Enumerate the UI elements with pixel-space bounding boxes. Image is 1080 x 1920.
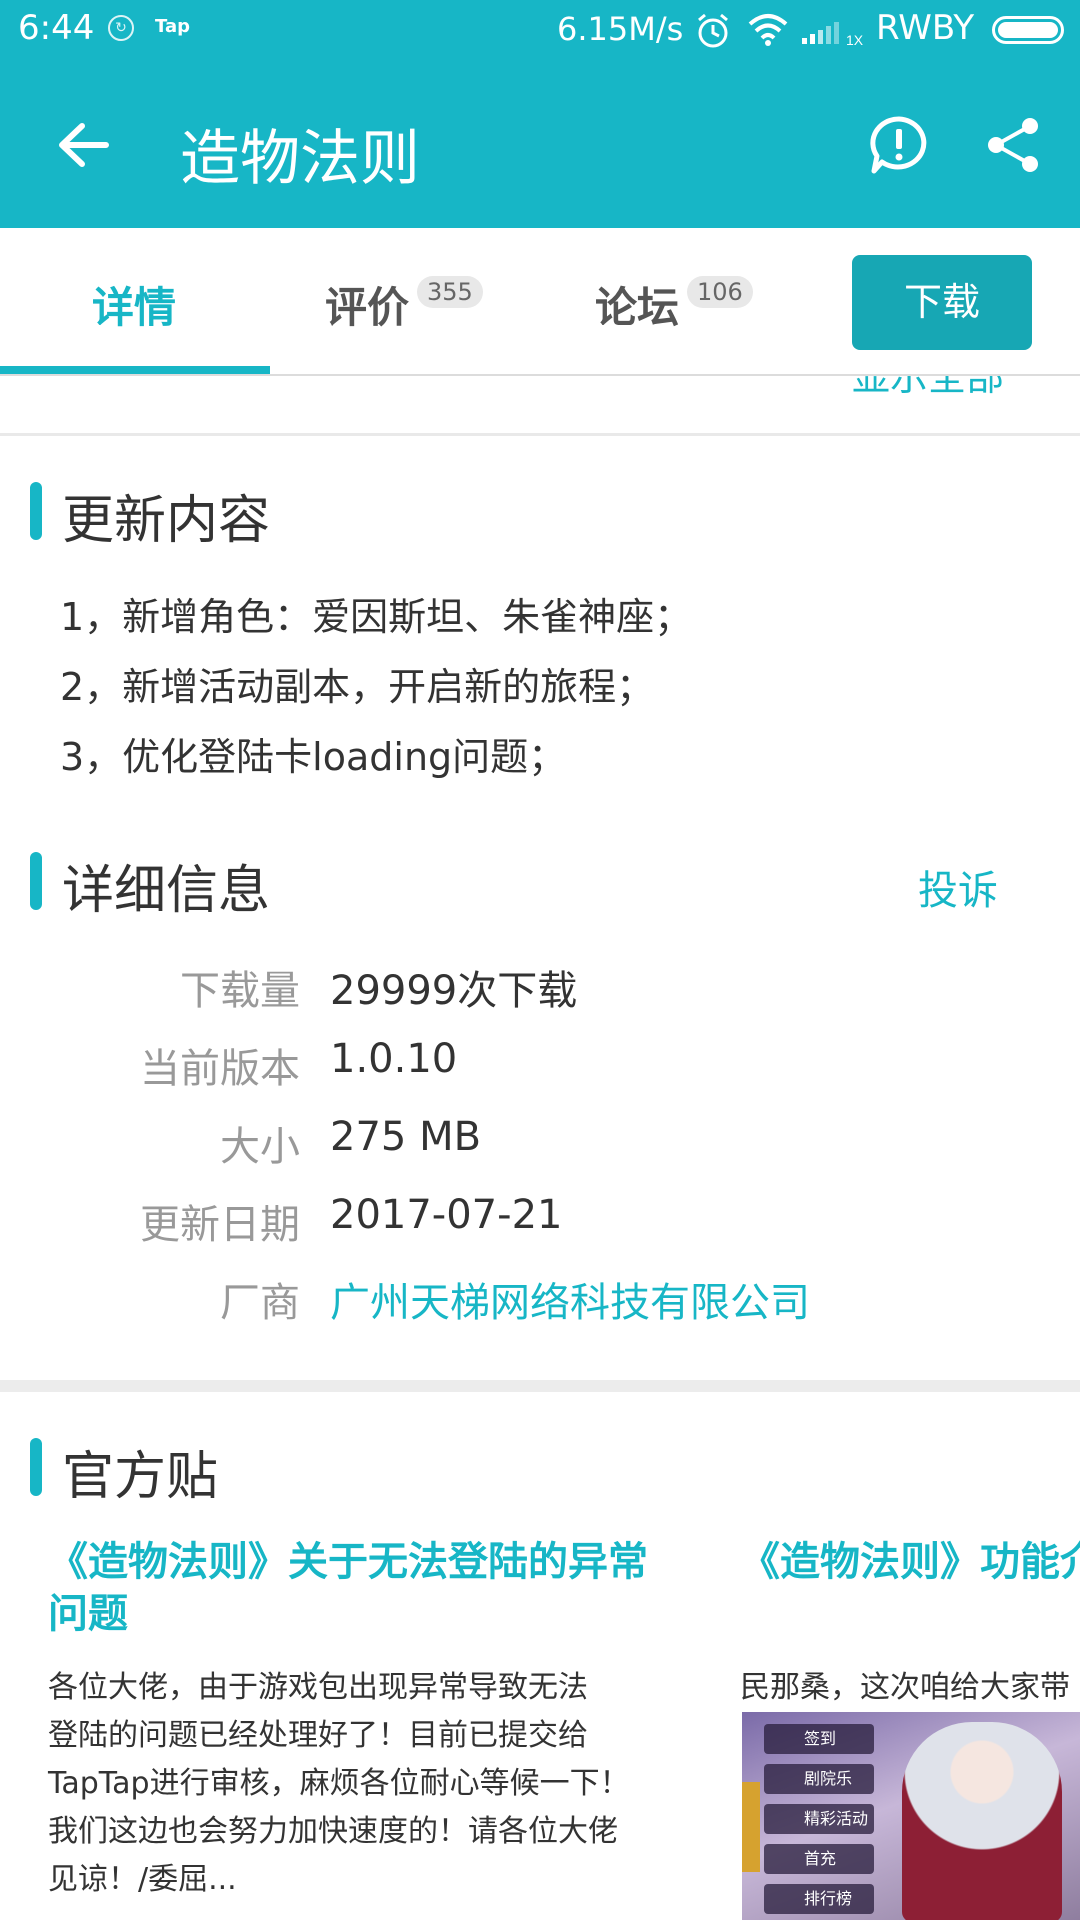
page-title: 造物法则	[180, 124, 420, 194]
post-excerpt-line: 登陆的问题已经处理好了！目前已提交给	[48, 1718, 588, 1753]
carrier-name: RWBY	[876, 8, 975, 48]
forum-count-badge: 106	[687, 276, 753, 308]
report-icon[interactable]	[868, 114, 930, 176]
section-marker	[30, 482, 42, 540]
svg-text:1X: 1X	[846, 32, 864, 48]
info-label-version: 当前版本	[140, 1046, 300, 1092]
post-title-line: 《造物法则》关于无法登陆的异常	[48, 1539, 648, 1585]
app-icon: ↻	[108, 15, 134, 41]
post-excerpt-line: TapTap进行审核，麻烦各位耐心等候一下！	[48, 1766, 630, 1801]
post-title-line: 问题	[48, 1591, 128, 1637]
tab-label: 论坛	[595, 283, 680, 332]
post-excerpt[interactable]: 民那桑，这次咱给大家带	[740, 1664, 1080, 1712]
post-excerpt-line: 各位大佬，由于游戏包出现异常导致无法	[48, 1670, 588, 1705]
info-label-downloads: 下载量	[180, 968, 300, 1014]
tap-app-icon: Tap	[155, 16, 190, 37]
image-side-tab	[742, 1782, 760, 1872]
info-label-update-date: 更新日期	[140, 1202, 300, 1248]
tab-forum[interactable]: 论坛 106	[595, 274, 753, 335]
tab-label: 详情	[92, 283, 177, 332]
section-marker	[30, 1438, 42, 1496]
info-label-vendor: 厂商	[220, 1280, 300, 1326]
post-excerpt-line: 民那桑，这次咱给大家带	[740, 1670, 1070, 1705]
status-time: 6:44	[18, 8, 95, 48]
show-all-link[interactable]: 显示全部	[852, 376, 1004, 401]
info-value-downloads: 29999次下载	[330, 968, 578, 1014]
show-all-row: 显示全部	[0, 376, 1080, 436]
info-value-size: 275 MB	[330, 1114, 482, 1160]
tab-label: 评价	[325, 283, 410, 332]
signal-icon: 1X	[802, 22, 864, 48]
status-bar: 6:44 ↻ Tap 6.15M/s 1X RWBY	[0, 0, 1080, 62]
section-title-official: 官方贴	[62, 1447, 219, 1507]
image-menu-item: 精彩活动	[764, 1804, 874, 1834]
network-speed: 6.15M/s	[557, 10, 684, 48]
complain-link[interactable]: 投诉	[918, 858, 998, 916]
alarm-icon	[698, 13, 728, 48]
info-value-version: 1.0.10	[330, 1036, 458, 1082]
post-thumbnail-image[interactable]: 签到 剧院乐 精彩活动 首充 排行榜	[742, 1712, 1080, 1920]
wifi-icon	[748, 14, 788, 46]
image-menu-item: 首充	[764, 1844, 874, 1874]
section-divider	[0, 1380, 1080, 1392]
update-item: 2，新增活动副本，开启新的旅程；	[60, 665, 655, 709]
section-title-update: 更新内容	[62, 491, 271, 551]
section-title-details: 详细信息	[62, 861, 271, 921]
image-menu-item: 签到	[764, 1724, 874, 1754]
review-count-badge: 355	[417, 276, 483, 308]
post-excerpt-line: 见谅！/委屈...	[48, 1862, 237, 1897]
post-title[interactable]: 《造物法则》功能介	[740, 1536, 1080, 1588]
back-arrow-icon[interactable]	[52, 114, 114, 176]
tab-bar: 详情 评价 355 论坛 106 下载	[0, 228, 1080, 376]
share-icon[interactable]	[982, 114, 1044, 176]
tab-details[interactable]: 详情	[92, 274, 176, 335]
vendor-link[interactable]: 广州天梯网络科技有限公司	[330, 1270, 810, 1328]
app-bar: 造物法则	[0, 62, 1080, 228]
section-marker	[30, 852, 42, 910]
image-menu-item: 排行榜	[764, 1884, 874, 1914]
tab-reviews[interactable]: 评价 355	[325, 274, 483, 335]
update-item: 3，优化登陆卡loading问题；	[60, 735, 567, 779]
battery-icon	[992, 16, 1064, 44]
post-excerpt-line: 我们这边也会努力加快速度的！请各位大佬	[48, 1814, 618, 1849]
image-menu-item: 剧院乐	[764, 1764, 874, 1794]
anime-character-illustration	[902, 1722, 1062, 1920]
download-button[interactable]: 下载	[852, 255, 1032, 350]
post-title-line: 《造物法则》功能介	[740, 1539, 1080, 1585]
tab-indicator	[0, 366, 270, 374]
post-excerpt[interactable]: 各位大佬，由于游戏包出现异常导致无法 登陆的问题已经处理好了！目前已提交给 Ta…	[48, 1664, 688, 1904]
post-title[interactable]: 《造物法则》关于无法登陆的异常 问题	[48, 1536, 688, 1640]
info-label-size: 大小	[220, 1124, 300, 1170]
update-item: 1，新增角色：爱因斯坦、朱雀神座；	[60, 595, 693, 639]
info-value-update-date: 2017-07-21	[330, 1192, 563, 1238]
